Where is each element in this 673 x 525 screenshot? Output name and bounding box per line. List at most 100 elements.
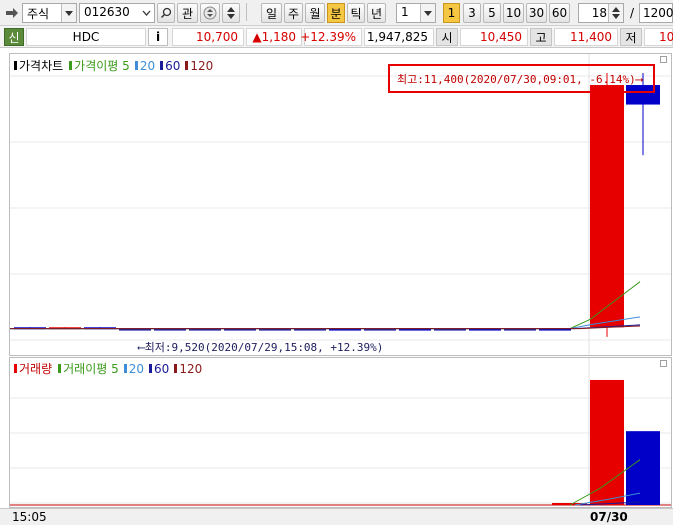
time-axis-right-label: 07/30 <box>590 510 628 524</box>
chart-toolbar: 주식 012630 관 일 주 월 분 틱 년 1 1 3 5 10 30 60… <box>0 0 673 26</box>
price-change-pct-value: +12.39% <box>300 30 356 44</box>
total-count-input[interactable]: 1200 <box>639 3 673 23</box>
minute-button-1[interactable]: 1 <box>443 3 460 23</box>
legend-vma60-value: 60 <box>154 361 170 376</box>
price-change-value: ▲1,180 <box>252 30 296 44</box>
open-label: 시 <box>436 28 458 46</box>
period-label: 일 <box>265 6 278 21</box>
legend-swatch <box>123 364 127 373</box>
minute-label: 1 <box>447 6 456 20</box>
search-icon <box>160 7 172 19</box>
minute-button-60[interactable]: 60 <box>549 3 570 23</box>
minute-label: 10 <box>505 6 522 20</box>
count-separator: / <box>627 3 637 23</box>
watchlist-button[interactable]: 관 <box>177 3 198 23</box>
legend-swatch <box>58 364 62 373</box>
panel-close-icon[interactable] <box>660 56 667 63</box>
spin-up-icon <box>612 7 620 12</box>
legend-item-price: 가격차트 <box>14 57 63 74</box>
search-button[interactable] <box>157 3 175 23</box>
legend-ma5-value: 5 <box>122 58 130 73</box>
stock-name: HDC <box>26 28 146 46</box>
arrow-right-icon <box>6 8 18 18</box>
info-icon: i <box>155 30 161 44</box>
trade-volume: 1,947,825 <box>364 28 434 46</box>
period-button-tick[interactable]: 틱 <box>347 3 365 23</box>
market-select[interactable]: 주식 <box>22 3 77 23</box>
trade-volume-value: 1,947,825 <box>366 30 428 44</box>
legend-volume-label: 거래량 <box>19 362 53 376</box>
legend-vma120-value: 120 <box>179 361 203 376</box>
legend-item-vma20: 20 <box>123 361 145 376</box>
legend-item-vma5: 거래이평 5 <box>58 360 119 377</box>
high-price: 11,400 <box>554 28 618 46</box>
open-price-value: 10,450 <box>480 30 522 44</box>
updown-spin-button[interactable] <box>222 3 240 23</box>
time-axis: 15:05 07/30 <box>0 508 673 525</box>
candle-body <box>590 85 624 328</box>
minute-label: 60 <box>551 6 568 20</box>
stock-name-label: HDC <box>72 30 100 44</box>
legend-item-ma120: 120 <box>185 59 213 73</box>
low-price-value: 10 <box>659 30 673 44</box>
minute-button-10[interactable]: 10 <box>503 3 524 23</box>
volume-bar <box>626 431 660 505</box>
period-button-day[interactable]: 일 <box>261 3 282 23</box>
price-change-pct: +12.39% <box>300 28 362 46</box>
link-icon[interactable] <box>4 3 20 23</box>
chevron-down-icon <box>420 4 435 22</box>
credit-badge: 신 <box>4 28 24 46</box>
low-price: 10 <box>644 28 673 46</box>
legend-item-ma5: 가격이평 5 <box>69 57 130 74</box>
minute-button-30[interactable]: 30 <box>526 3 547 23</box>
credit-badge-label: 신 <box>8 30 20 45</box>
open-label-text: 시 <box>441 30 453 45</box>
low-label: 저 <box>620 28 642 46</box>
high-price-value: 11,400 <box>570 30 612 44</box>
time-axis-left-label: 15:05 <box>12 510 47 524</box>
legend-vma20-value: 20 <box>128 361 145 376</box>
legend-swatch <box>134 61 138 70</box>
low-price-note: ⟵최저:9,520(2020/07/29,15:08, +12.39%) <box>138 341 384 354</box>
volume-chart-canvas[interactable] <box>10 358 671 507</box>
current-price: 10,700 <box>172 28 244 46</box>
volume-legend: 거래량 거래이평 5 20 60 120 <box>14 360 202 377</box>
count-stepper[interactable]: 18 <box>578 3 624 23</box>
period-label: 분 <box>330 6 342 21</box>
interval-value: 1 <box>401 5 409 19</box>
minute-label: 3 <box>468 6 476 20</box>
price-chart-panel[interactable]: 가격차트 가격이평 5 20 60 120 ⟵최저:9,520(2020/07/… <box>9 53 672 356</box>
period-button-year[interactable]: 년 <box>367 3 386 23</box>
period-button-week[interactable]: 주 <box>284 3 303 23</box>
legend-item-ma60: 60 <box>160 59 180 73</box>
stock-code-input[interactable]: 012630 <box>79 3 155 23</box>
period-label: 월 <box>309 6 321 21</box>
chevron-down-icon <box>139 4 154 22</box>
period-label: 년 <box>370 6 383 21</box>
period-button-minute[interactable]: 분 <box>327 3 345 23</box>
high-label: 고 <box>530 28 552 46</box>
price-chart-canvas[interactable] <box>10 54 671 355</box>
legend-swatch <box>174 364 178 373</box>
stepper-arrows[interactable] <box>608 4 623 22</box>
volume-bar <box>590 379 624 505</box>
minute-button-3[interactable]: 3 <box>463 3 481 23</box>
watchlist-label: 관 <box>181 6 194 21</box>
spin-down-icon <box>612 14 620 19</box>
legend-ma60-value: 60 <box>165 58 181 73</box>
period-label: 틱 <box>350 6 362 21</box>
period-button-month[interactable]: 월 <box>305 3 325 23</box>
panel-close-icon[interactable] <box>660 360 667 367</box>
legend-item-vma60: 60 <box>149 362 169 376</box>
minute-button-5[interactable]: 5 <box>483 3 501 23</box>
legend-swatch <box>69 61 73 70</box>
scroll-toggle-button[interactable] <box>200 3 220 23</box>
market-select-value: 주식 <box>27 7 50 21</box>
legend-swatch <box>14 364 17 373</box>
period-label: 주 <box>287 6 300 21</box>
price-legend: 가격차트 가격이평 5 20 60 120 <box>14 57 213 74</box>
interval-select[interactable]: 1 <box>396 3 436 23</box>
legend-vma5-value: 5 <box>111 361 119 376</box>
volume-chart-panel[interactable]: 거래량 거래이평 5 20 60 120 <box>9 357 672 508</box>
info-button[interactable]: i <box>148 28 168 46</box>
